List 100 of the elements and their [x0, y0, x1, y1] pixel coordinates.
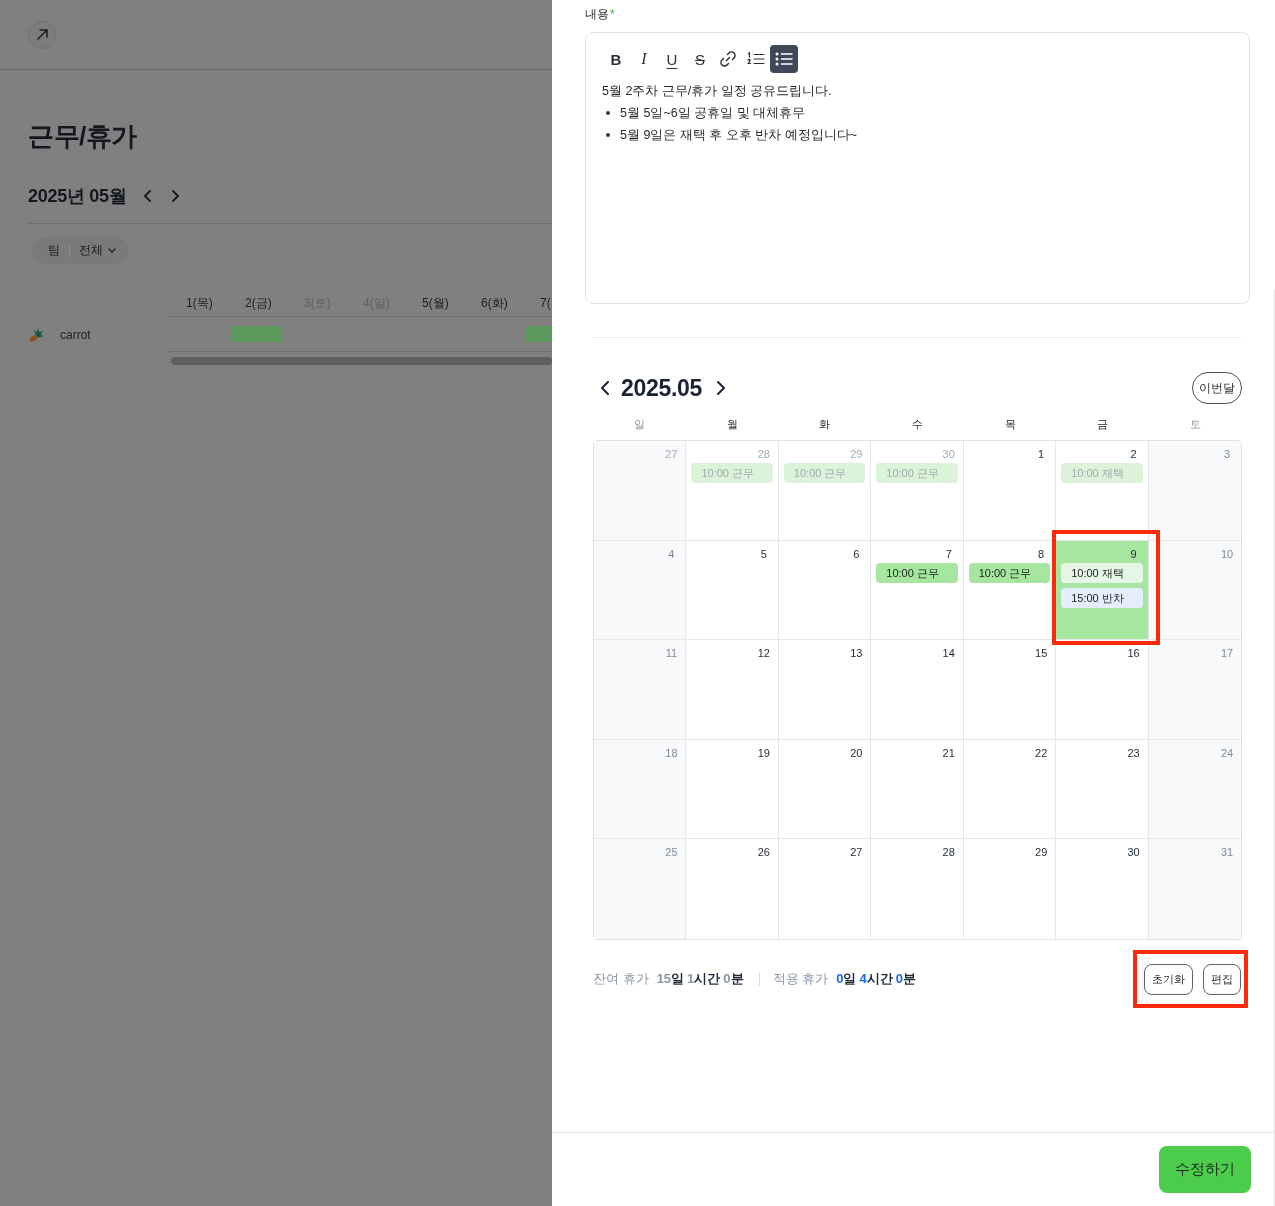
- chevron-right-icon: [171, 190, 179, 202]
- bullet-list-button[interactable]: [770, 45, 798, 73]
- calendar-day-cell[interactable]: 13: [778, 640, 872, 740]
- calendar-day-cell[interactable]: 7 10:00 근무: [871, 540, 964, 641]
- timeline-day-label: 1(목): [185, 295, 214, 312]
- day-number: 14: [942, 646, 955, 661]
- calendar-day-cell[interactable]: 12: [686, 640, 779, 740]
- action-button[interactable]: 편집: [1203, 963, 1241, 995]
- calendar-day-cell[interactable]: 25: [594, 839, 687, 939]
- calendar-day-cell[interactable]: 20: [778, 739, 872, 840]
- day-number: 24: [1220, 745, 1234, 760]
- chevron-left-icon: [601, 381, 609, 395]
- bullet-text: 5월 5일~6일 공휴일 및 대체휴무: [620, 105, 806, 122]
- filter-label: 팀: [48, 242, 60, 259]
- day-number: 16: [1127, 646, 1140, 661]
- day-number: 5: [760, 546, 767, 561]
- weekday-label: 월: [726, 417, 738, 432]
- day-number: 25: [665, 845, 678, 860]
- page-title: 근무/휴가: [28, 120, 137, 152]
- timeline-day-label: 6(화): [480, 295, 509, 312]
- calendar-day-cell[interactable]: 22: [963, 739, 1057, 840]
- day-number: 20: [850, 745, 863, 760]
- month-label: 2025년 05월: [28, 185, 127, 208]
- schedule-chip[interactable]: 10:00 근무: [968, 562, 1051, 583]
- weekday-label: 금: [1097, 417, 1109, 432]
- timeline-day-label: 7(: [539, 295, 552, 312]
- numbered-list-icon: [747, 52, 765, 66]
- calendar-day-cell[interactable]: 24: [1148, 739, 1241, 840]
- calendar-day-cell[interactable]: 17: [1148, 640, 1241, 740]
- day-number: 28: [757, 447, 770, 461]
- timeline-day-label: 2(금): [244, 295, 273, 312]
- day-number: 29: [1035, 845, 1048, 860]
- schedule-chip[interactable]: 15:00 반차: [1061, 587, 1143, 608]
- chevron-down-icon: [108, 248, 116, 253]
- action-button[interactable]: 초기화: [1144, 963, 1193, 995]
- calendar-day-cell[interactable]: 19: [686, 739, 779, 840]
- bold-button[interactable]: B: [602, 45, 630, 73]
- team-filter-dropdown[interactable]: 팀 전체: [32, 237, 129, 264]
- calendar-day-cell[interactable]: 9 10:00 재택 15:00 반차: [1056, 540, 1149, 641]
- day-number: 23: [1127, 745, 1140, 760]
- member-name: carrot: [60, 327, 91, 342]
- day-number: 4: [668, 546, 675, 561]
- calendar-day-cell[interactable]: 1: [963, 441, 1057, 541]
- day-number: 2: [1130, 447, 1137, 461]
- timeline-day-label: 5(월): [421, 295, 450, 312]
- calendar-day-cell[interactable]: 2 10:00 재택: [1056, 441, 1149, 541]
- italic-button[interactable]: I: [630, 45, 658, 73]
- calendar-day-cell[interactable]: 6: [778, 540, 872, 641]
- schedule-chip[interactable]: 10:00 재택: [1061, 562, 1143, 583]
- arrow-up-right-icon: [36, 29, 48, 40]
- day-number: 18: [665, 745, 678, 760]
- day-number: 3: [1223, 447, 1231, 461]
- leave-amount: 0분: [723, 969, 744, 988]
- day-number: 30: [1127, 845, 1140, 860]
- calendar-day-cell[interactable]: 14: [871, 640, 964, 740]
- strikethrough-button[interactable]: S: [686, 45, 714, 73]
- bullet-list-icon: [775, 52, 793, 66]
- day-number: 9: [1130, 546, 1137, 561]
- day-number: 6: [853, 546, 860, 561]
- day-number: 26: [757, 845, 770, 860]
- horizontal-scrollbar[interactable]: [171, 357, 552, 365]
- calendar-day-cell[interactable]: 31: [1148, 839, 1241, 939]
- open-page-button[interactable]: [28, 20, 56, 49]
- day-number: 12: [757, 646, 770, 661]
- day-number: 22: [1035, 745, 1048, 760]
- calendar-day-cell[interactable]: 10: [1148, 540, 1241, 641]
- this-month-button[interactable]: 이번달: [1192, 372, 1242, 404]
- calendar-day-cell[interactable]: 3: [1148, 441, 1241, 541]
- calendar-day-cell[interactable]: 5: [686, 540, 779, 641]
- day-number: 31: [1220, 845, 1234, 860]
- editor-paragraph: 5월 2주차 근무/휴가 일정 공유드립니다.: [602, 83, 832, 100]
- field-label: 내용*: [585, 7, 615, 21]
- day-number: 30: [942, 447, 955, 461]
- bullet-icon: [606, 133, 610, 137]
- calendar-day-cell[interactable]: 11: [594, 640, 687, 740]
- calendar-day-cell[interactable]: 4: [594, 540, 687, 641]
- calendar-day-cell[interactable]: 23: [1056, 739, 1149, 840]
- weekday-label: 수: [912, 417, 923, 432]
- day-number: 17: [1220, 646, 1234, 661]
- chevron-right-icon: [717, 381, 726, 395]
- submit-button[interactable]: 수정하기: [1159, 1146, 1251, 1193]
- day-number: 10: [1220, 546, 1234, 561]
- chevron-left-icon: [143, 190, 151, 202]
- weekday-label: 일: [633, 417, 645, 432]
- editor-field[interactable]: B I U S 5월 2주차 근무/휴가 일정 공유드립니다. 5월 5일~6일 공휴일 및 대체휴무 5월 9일은 재택 후 오후 반차 예정입니다~: [585, 32, 1250, 304]
- leave-amount: 1시간: [687, 969, 721, 988]
- leave-label: 잔여 휴가: [593, 969, 649, 988]
- filter-value: 전체: [79, 242, 103, 259]
- day-number: 15: [1035, 646, 1048, 661]
- bullet-icon: [606, 111, 610, 115]
- calendar-day-cell[interactable]: 21: [871, 739, 964, 840]
- day-number: 7: [945, 546, 952, 561]
- day-number: 28: [942, 845, 955, 860]
- day-number: 11: [665, 646, 678, 661]
- underline-button[interactable]: U: [658, 45, 686, 73]
- leave-amount: 0일: [836, 969, 857, 988]
- calendar-day-cell[interactable]: 18: [594, 739, 687, 840]
- leave-amount: 4시간: [859, 969, 893, 988]
- calendar-day-cell[interactable]: 16: [1056, 640, 1149, 740]
- schedule-chip[interactable]: 10:00 근무: [876, 562, 958, 583]
